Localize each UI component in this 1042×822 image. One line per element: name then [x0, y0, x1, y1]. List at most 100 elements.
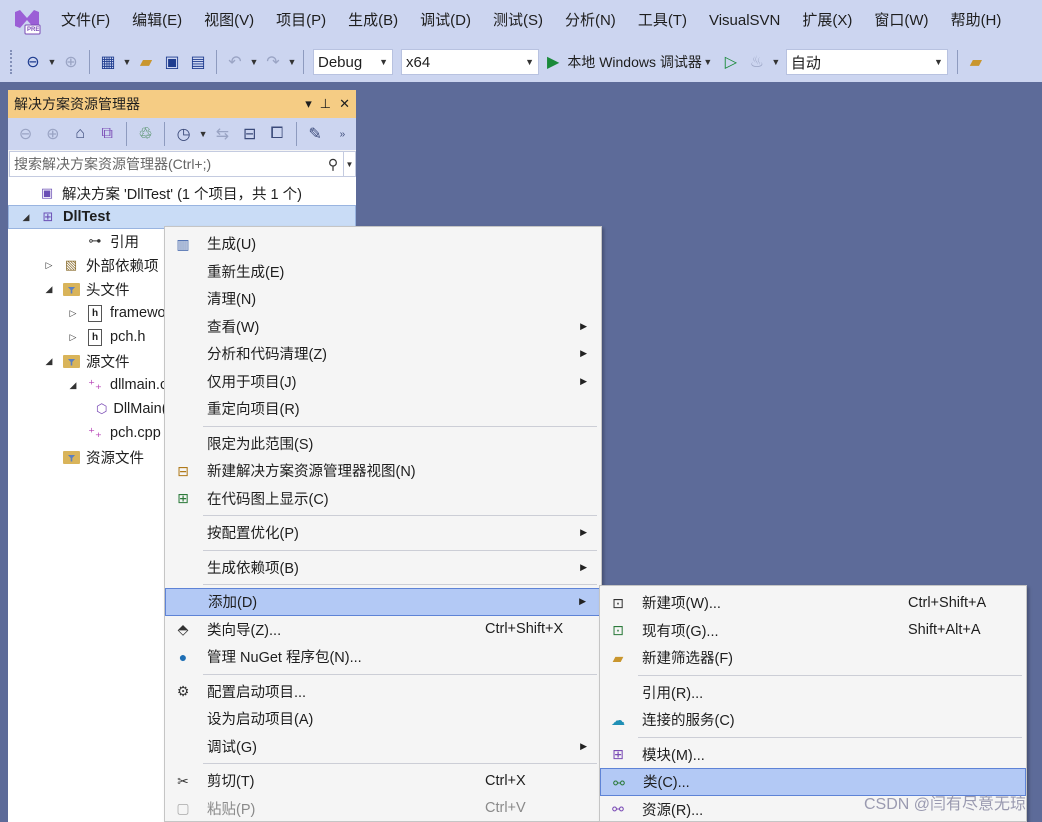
menu-item[interactable]: 清理(N) — [165, 285, 601, 313]
menu-item[interactable]: 限定为此范围(S) — [165, 430, 601, 458]
external-deps-icon: ▧ — [64, 257, 78, 272]
menu-item[interactable]: 重定向项目(R) — [165, 395, 601, 423]
menu-item-label: 引用(R)... — [642, 685, 704, 702]
menu-item[interactable]: 仅用于项目(J) ▶ — [165, 368, 601, 396]
auto-select[interactable]: 自动 ▼ — [785, 49, 948, 75]
hot-reload-dropdown[interactable]: ▼ — [770, 57, 782, 67]
collapse-arrow-icon[interactable]: ◢ — [66, 380, 80, 391]
menu-item[interactable]: ⊟ 新建解决方案资源管理器视图(N) — [165, 457, 601, 485]
menu-item[interactable]: 按配置优化(P) ▶ — [165, 519, 601, 547]
menu-item[interactable]: 重新生成(E) — [165, 258, 601, 286]
menu-item[interactable]: 分析和代码清理(Z) ▶ — [165, 340, 601, 368]
redo-dropdown[interactable]: ▼ — [286, 57, 298, 67]
undo-icon[interactable]: ↶ — [223, 50, 247, 74]
menu-item[interactable]: 设为启动项目(A) — [165, 705, 601, 733]
function-icon: ⬡ — [96, 401, 108, 416]
tree-item[interactable]: ▣ 解决方案 'DllTest' (1 个项目，共 1 个) — [8, 181, 356, 205]
collapse-all-icon[interactable]: ⊟ — [237, 122, 262, 146]
switch-views-icon[interactable]: ⧉ — [95, 122, 120, 146]
overflow-icon[interactable]: » — [330, 122, 355, 146]
chevron-down-icon: ▼ — [525, 57, 534, 67]
watermark: CSDN @闫有尽意无琼 — [863, 796, 1026, 813]
menu-0[interactable]: 文件(F) — [50, 0, 121, 42]
menu-2[interactable]: 视图(V) — [193, 0, 265, 42]
open-file-icon[interactable]: ▰ — [134, 50, 158, 74]
expand-arrow-icon[interactable]: ▷ — [42, 260, 56, 271]
history-icon[interactable]: ◷ — [171, 122, 196, 146]
menu-item[interactable]: ⊡ 新建项(W)... Ctrl+Shift+A — [600, 589, 1026, 617]
start-without-debugging-icon[interactable]: ▷ — [719, 50, 743, 74]
undo-dropdown[interactable]: ▼ — [248, 57, 260, 67]
menu-6[interactable]: 测试(S) — [482, 0, 554, 42]
search-icon[interactable]: ⚲ — [323, 156, 343, 173]
run-target-dropdown[interactable]: ▼ — [702, 57, 714, 67]
collapse-arrow-icon[interactable]: ◢ — [42, 356, 56, 367]
toolbar-separator — [956, 50, 958, 74]
redo-icon[interactable]: ↷ — [261, 50, 285, 74]
properties-wrench-icon[interactable]: ✎ — [303, 122, 328, 146]
menu-item[interactable]: ✂ 剪切(T) Ctrl+X — [165, 767, 601, 795]
solution-icon: ▣ — [40, 185, 54, 200]
menu-item[interactable]: ● 管理 NuGet 程序包(N)... — [165, 643, 601, 671]
expand-arrow-icon[interactable]: ▷ — [66, 308, 80, 319]
hot-reload-icon[interactable]: ♨ — [745, 50, 769, 74]
toolbar-grip[interactable] — [10, 50, 14, 74]
menu-item-label: 仅用于项目(J) — [207, 374, 297, 391]
find-in-files-icon[interactable]: ▰ — [964, 50, 988, 74]
menu-item-label: 生成依赖项(B) — [207, 560, 299, 577]
menu-item[interactable]: 引用(R)... — [600, 679, 1026, 707]
history-dropdown[interactable]: ▼ — [197, 129, 209, 139]
menu-12[interactable]: 帮助(H) — [940, 0, 1013, 42]
class-wizard-icon: ⬘ — [177, 621, 189, 637]
home-icon[interactable]: ⌂ — [67, 122, 92, 146]
save-icon[interactable]: ▣ — [160, 50, 184, 74]
solution-configuration-select[interactable]: Debug ▼ — [313, 49, 393, 75]
menu-item[interactable]: 生成依赖项(B) ▶ — [165, 554, 601, 582]
menu-item[interactable]: ▰ 新建筛选器(F) — [600, 644, 1026, 672]
menu-1[interactable]: 编辑(E) — [121, 0, 193, 42]
navigate-forward-icon[interactable]: ⊕ — [59, 50, 83, 74]
solution-explorer-search[interactable]: 搜索解决方案资源管理器(Ctrl+;) ⚲ ▼ — [9, 151, 356, 177]
menu-item[interactable]: ⬘ 类向导(Z)... Ctrl+Shift+X — [165, 616, 601, 644]
pending-changes-filter-icon[interactable]: ♲ — [133, 122, 158, 146]
menu-3[interactable]: 项目(P) — [265, 0, 337, 42]
menu-8[interactable]: 工具(T) — [627, 0, 698, 42]
menu-separator — [203, 673, 597, 675]
menu-item[interactable]: ⊞ 在代码图上显示(C) — [165, 485, 601, 513]
menu-item[interactable]: ⊡ 现有项(G)... Shift+Alt+A — [600, 617, 1026, 645]
save-all-icon[interactable]: ▤ — [186, 50, 210, 74]
pin-icon[interactable]: ⊥ — [320, 96, 331, 112]
sync-with-document-icon[interactable]: ⇆ — [210, 122, 235, 146]
solution-platform-select[interactable]: x64 ▼ — [401, 49, 539, 75]
menu-11[interactable]: 窗口(W) — [863, 0, 939, 42]
menu-item[interactable]: ⊞ 模块(M)... — [600, 741, 1026, 769]
menu-item[interactable]: 调试(G) ▶ — [165, 733, 601, 761]
new-project-dropdown[interactable]: ▼ — [121, 57, 133, 67]
navigate-back-dropdown[interactable]: ▼ — [46, 57, 58, 67]
menu-item[interactable]: ☁ 连接的服务(C) — [600, 706, 1026, 734]
search-options-dropdown[interactable]: ▼ — [343, 152, 355, 176]
collapse-arrow-icon[interactable]: ◢ — [19, 212, 33, 223]
menu-9[interactable]: VisualSVN — [698, 0, 791, 42]
new-view-icon: ⊟ — [177, 462, 189, 479]
close-icon[interactable]: ✕ — [339, 96, 350, 112]
forward-icon[interactable]: ⊕ — [40, 122, 65, 146]
back-icon[interactable]: ⊖ — [13, 122, 38, 146]
navigate-back-icon[interactable]: ⊖ — [21, 50, 45, 74]
start-debugging-button[interactable]: ▶ 本地 Windows 调试器 ▼ — [547, 52, 714, 72]
platform-value: x64 — [406, 53, 431, 71]
menu-10[interactable]: 扩展(X) — [791, 0, 863, 42]
menu-item[interactable]: 添加(D) ▶ — [165, 588, 601, 616]
menu-5[interactable]: 调试(D) — [409, 0, 482, 42]
menu-item[interactable]: 查看(W) ▶ — [165, 313, 601, 341]
collapse-arrow-icon[interactable]: ◢ — [42, 284, 56, 295]
new-project-icon[interactable]: ▦ — [96, 50, 120, 74]
menu-item[interactable]: ⚙ 配置启动项目... — [165, 678, 601, 706]
window-position-icon[interactable]: ▾ — [305, 96, 312, 112]
menu-7[interactable]: 分析(N) — [554, 0, 627, 42]
menu-4[interactable]: 生成(B) — [337, 0, 409, 42]
toolbar-separator — [89, 50, 90, 74]
menu-item[interactable]: ▥ 生成(U) — [165, 230, 601, 258]
show-all-files-icon[interactable]: ⧠ — [264, 122, 289, 146]
expand-arrow-icon[interactable]: ▷ — [66, 332, 80, 343]
